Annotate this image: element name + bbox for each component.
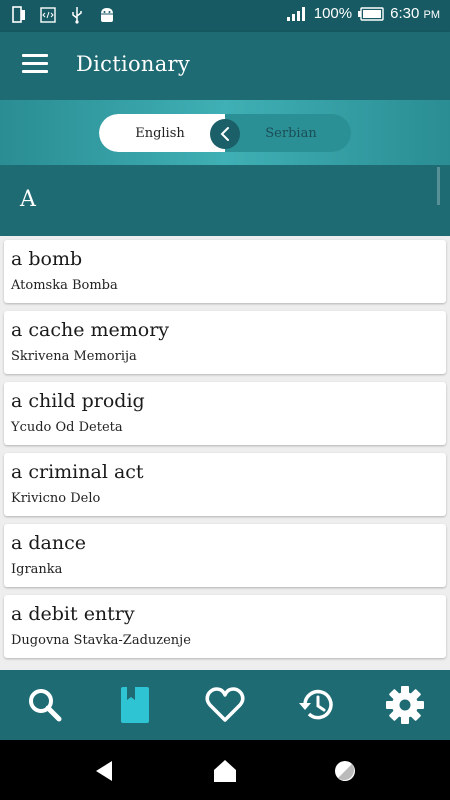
android-icon — [101, 8, 113, 22]
entry-term: a criminal act — [11, 461, 144, 483]
source-language-button[interactable]: English — [99, 114, 225, 152]
clock: 6:30 PM — [390, 5, 440, 22]
entry-term: a child prodig — [11, 390, 145, 412]
code-icon — [40, 7, 56, 23]
entry-term: a bomb — [11, 248, 83, 270]
recents-icon[interactable] — [332, 758, 358, 784]
heart-icon — [205, 687, 245, 722]
section-letter: A — [20, 187, 36, 212]
swap-languages-button[interactable] — [210, 119, 240, 149]
battery-icon — [358, 6, 384, 21]
back-icon[interactable] — [92, 758, 118, 784]
app-title: Dictionary — [76, 52, 191, 76]
entry-translation: Atomska Bomba — [11, 278, 118, 293]
section-header: A — [0, 165, 450, 236]
home-icon[interactable] — [212, 758, 238, 784]
target-language-button[interactable]: Serbian — [225, 114, 351, 152]
status-icons-left — [12, 6, 116, 24]
settings-icon — [386, 686, 424, 724]
book-icon — [121, 687, 149, 723]
entry-translation: Krivicno Delo — [11, 491, 101, 506]
word-list: a bomb Atomska Bomba a cache memory Skri… — [4, 240, 446, 666]
nav-history-button[interactable] — [285, 675, 345, 735]
language-switch-area: English Serbian — [0, 100, 450, 165]
scrollbar[interactable] — [437, 167, 440, 205]
app-bar: Dictionary — [0, 32, 450, 100]
phone-icon — [12, 6, 25, 23]
system-navigation-bar — [0, 740, 450, 800]
list-item[interactable]: a debit entry Dugovna Stavka-Zaduzenje — [4, 595, 446, 658]
entry-term: a dance — [11, 532, 86, 554]
clock-ampm: PM — [423, 9, 441, 21]
list-item[interactable]: a dance Igranka — [4, 524, 446, 587]
usb-icon — [72, 7, 82, 24]
entry-translation: Dugovna Stavka-Zaduzenje — [11, 633, 191, 648]
list-item[interactable]: a criminal act Krivicno Delo — [4, 453, 446, 516]
nav-settings-button[interactable] — [375, 675, 435, 735]
list-item[interactable]: a child prodig Ycudo Od Deteta — [4, 382, 446, 445]
status-bar: 100% 6:30 PM — [0, 0, 450, 32]
search-icon — [29, 689, 62, 722]
entry-term: a cache memory — [11, 319, 170, 341]
nav-search-button[interactable] — [15, 675, 75, 735]
list-item[interactable]: a bomb Atomska Bomba — [4, 240, 446, 303]
status-icons-right: 100% 6:30 PM — [286, 5, 440, 22]
entry-translation: Skrivena Memorija — [11, 349, 137, 364]
list-item[interactable]: a cache memory Skrivena Memorija — [4, 311, 446, 374]
battery-percent: 100% — [313, 5, 353, 22]
nav-dictionary-button[interactable] — [105, 675, 165, 735]
entry-term: a debit entry — [11, 603, 135, 625]
clock-time: 6:30 — [390, 5, 420, 22]
entry-translation: Ycudo Od Deteta — [11, 420, 123, 435]
chevron-left-icon — [220, 127, 229, 141]
history-icon — [299, 689, 333, 720]
entry-translation: Igranka — [11, 562, 63, 577]
bottom-navigation — [0, 670, 450, 740]
hamburger-menu-icon[interactable] — [22, 54, 48, 76]
signal-icon — [286, 6, 305, 21]
nav-favorites-button[interactable] — [195, 675, 255, 735]
